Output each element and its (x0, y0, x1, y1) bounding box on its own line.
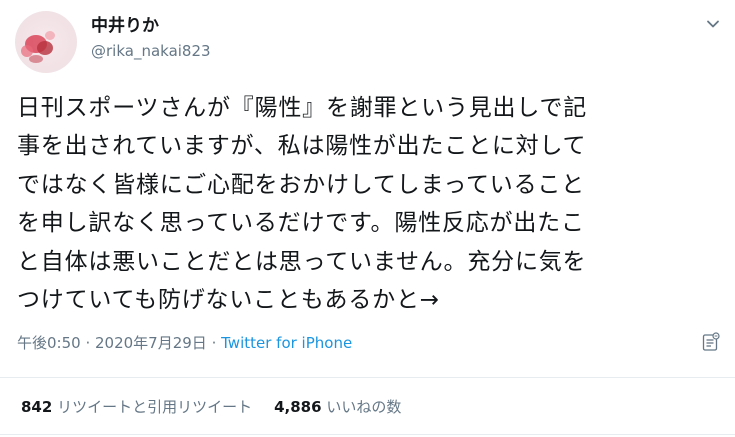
meta-separator: · (80, 334, 95, 352)
retweets-count: 842 (21, 398, 53, 416)
tweet-text-line: つけていても防げないこともあるかと→ (17, 287, 440, 314)
retweets-stat[interactable]: 842 リツイートと引用リツイート (21, 398, 252, 416)
tweet-text-line: ではなく皆様にご心配をおかけしてしまっていること (17, 171, 585, 198)
tweet-stats: 842 リツイートと引用リツイート 4,886 いいねの数 (21, 396, 401, 418)
likes-stat[interactable]: 4,886 いいねの数 (274, 398, 401, 416)
likes-label: いいねの数 (326, 398, 402, 416)
chevron-down-icon[interactable] (705, 16, 721, 32)
tweet-text-line: 事を出されていますが、私は陽性が出たことに対して (17, 133, 587, 160)
tweet-text-line: 日刊スポーツさんが『陽性』を謝罪という見出しで記 (17, 95, 588, 121)
tweet-time[interactable]: 午後0:50 (17, 334, 81, 352)
avatar-flower (29, 55, 43, 63)
tweet-text: 日刊スポーツさんが『陽性』を謝罪という見出しで記 事を出されていますが、私は陽性が… (17, 89, 717, 319)
tweet-text-line: を申し訳なく思っているだけです。陽性反応が出たこ (17, 210, 585, 237)
tweet-text-line: と自体は悪いことだとは思っていません。充分に気を (17, 248, 587, 275)
tweet-date[interactable]: 2020年7月29日 (95, 334, 207, 352)
analytics-icon[interactable] (702, 332, 720, 352)
author-display-name[interactable]: 中井りか (91, 15, 159, 37)
author-handle[interactable]: @rika_nakai823 (91, 41, 211, 61)
avatar[interactable] (15, 11, 77, 73)
avatar-flower (37, 41, 53, 55)
tweet-meta: 午後0:50 · 2020年7月29日 · Twitter for iPhone (17, 333, 352, 353)
likes-count: 4,886 (274, 398, 322, 416)
divider (0, 377, 735, 378)
divider (0, 434, 735, 435)
tweet-source-link[interactable]: Twitter for iPhone (221, 334, 352, 352)
retweets-label: リツイートと引用リツイート (57, 398, 253, 416)
meta-separator: · (206, 334, 222, 352)
avatar-flower (45, 31, 55, 40)
tweet-card: 中井りか @rika_nakai823 日刊スポーツさんが『陽性』を謝罪という見… (0, 0, 735, 437)
